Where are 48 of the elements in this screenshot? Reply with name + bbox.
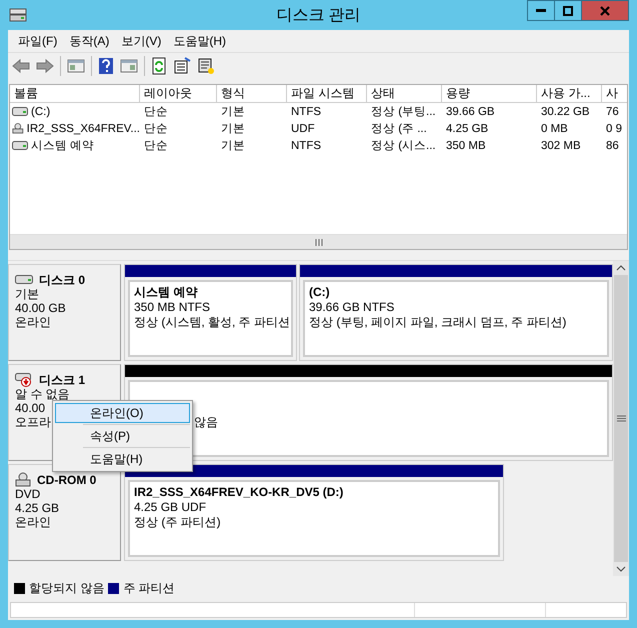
- disk-name: 디스크 0: [39, 272, 86, 286]
- partition-detail: 39.66 GB NTFS: [309, 300, 396, 315]
- volume-name: IR2_SSS_X64FREV...: [26, 122, 140, 134]
- table-cell-text: 302 MB: [540, 140, 582, 152]
- disk-detail: 4.25 GB: [15, 501, 60, 515]
- disk-detail: 기본: [15, 287, 40, 301]
- table-cell-text: 단순: [143, 105, 169, 119]
- table-cell-text: 30.22 GB: [540, 106, 591, 118]
- table-cell-text: NTFS: [290, 106, 322, 118]
- partition-detail: 4.25 GB UDF: [134, 500, 208, 515]
- table-cell-text: 76: [605, 106, 620, 118]
- partition-name: IR2_SSS_X64FREV_KO-KR_DV5 (D:): [134, 485, 344, 500]
- partition-detail: 정상 (시스템, 활성, 주 파티션: [134, 315, 287, 330]
- table-cell-text: 0 9: [605, 122, 623, 134]
- window-title: 디스크 관리: [276, 6, 361, 26]
- disk-detail: 오프라: [15, 415, 52, 429]
- disk-detail: 알 수 없음: [15, 387, 71, 401]
- partition-name: 시스템 예약: [134, 285, 198, 300]
- table-cell-text: 기본: [220, 139, 246, 153]
- table-cell-text: 39.66 GB: [445, 106, 496, 118]
- table-cell-text: UDF: [290, 122, 316, 134]
- table-cell-text: 단순: [143, 122, 169, 136]
- table-cell-text: 정상 (시스...: [370, 139, 437, 153]
- partition-detail: 350 MB NTFS: [134, 300, 212, 315]
- disk-name: 디스크 1: [39, 372, 86, 386]
- volume-name: 시스템 예약: [31, 139, 94, 153]
- table-cell-text: 350 MB: [445, 140, 487, 152]
- partition-detail: 정상 (주 파티션): [134, 515, 222, 530]
- table-cell-text: 정상 (주 ...: [370, 122, 428, 136]
- table-cell-text: 기본: [220, 105, 246, 119]
- table-cell-text: 0 MB: [540, 122, 569, 134]
- volume-name: (C:): [31, 106, 50, 118]
- disk-detail: 40.00 GB: [15, 301, 67, 315]
- table-cell-text: 86: [605, 140, 620, 152]
- legend-label: 주 파티션: [123, 580, 175, 596]
- legend-label: 할당되지 않음: [29, 580, 104, 596]
- disk-detail: 온라인: [15, 515, 52, 529]
- table-cell-text: 기본: [220, 122, 246, 136]
- table-cell-text: NTFS: [290, 140, 322, 152]
- disk-name: CD-ROM 0: [37, 472, 96, 486]
- partition-name: (C:): [309, 285, 331, 300]
- disk-detail: 온라인: [15, 315, 52, 329]
- table-cell-text: 정상 (부팅...: [370, 105, 437, 119]
- partition-detail: 않음: [194, 415, 219, 430]
- partition-detail: 정상 (부팅, 페이지 파일, 크래시 덤프, 주 파티션): [309, 315, 568, 330]
- table-cell-text: 단순: [143, 139, 169, 153]
- disk-detail: DVD: [15, 487, 42, 501]
- table-cell-text: 4.25 GB: [445, 122, 490, 134]
